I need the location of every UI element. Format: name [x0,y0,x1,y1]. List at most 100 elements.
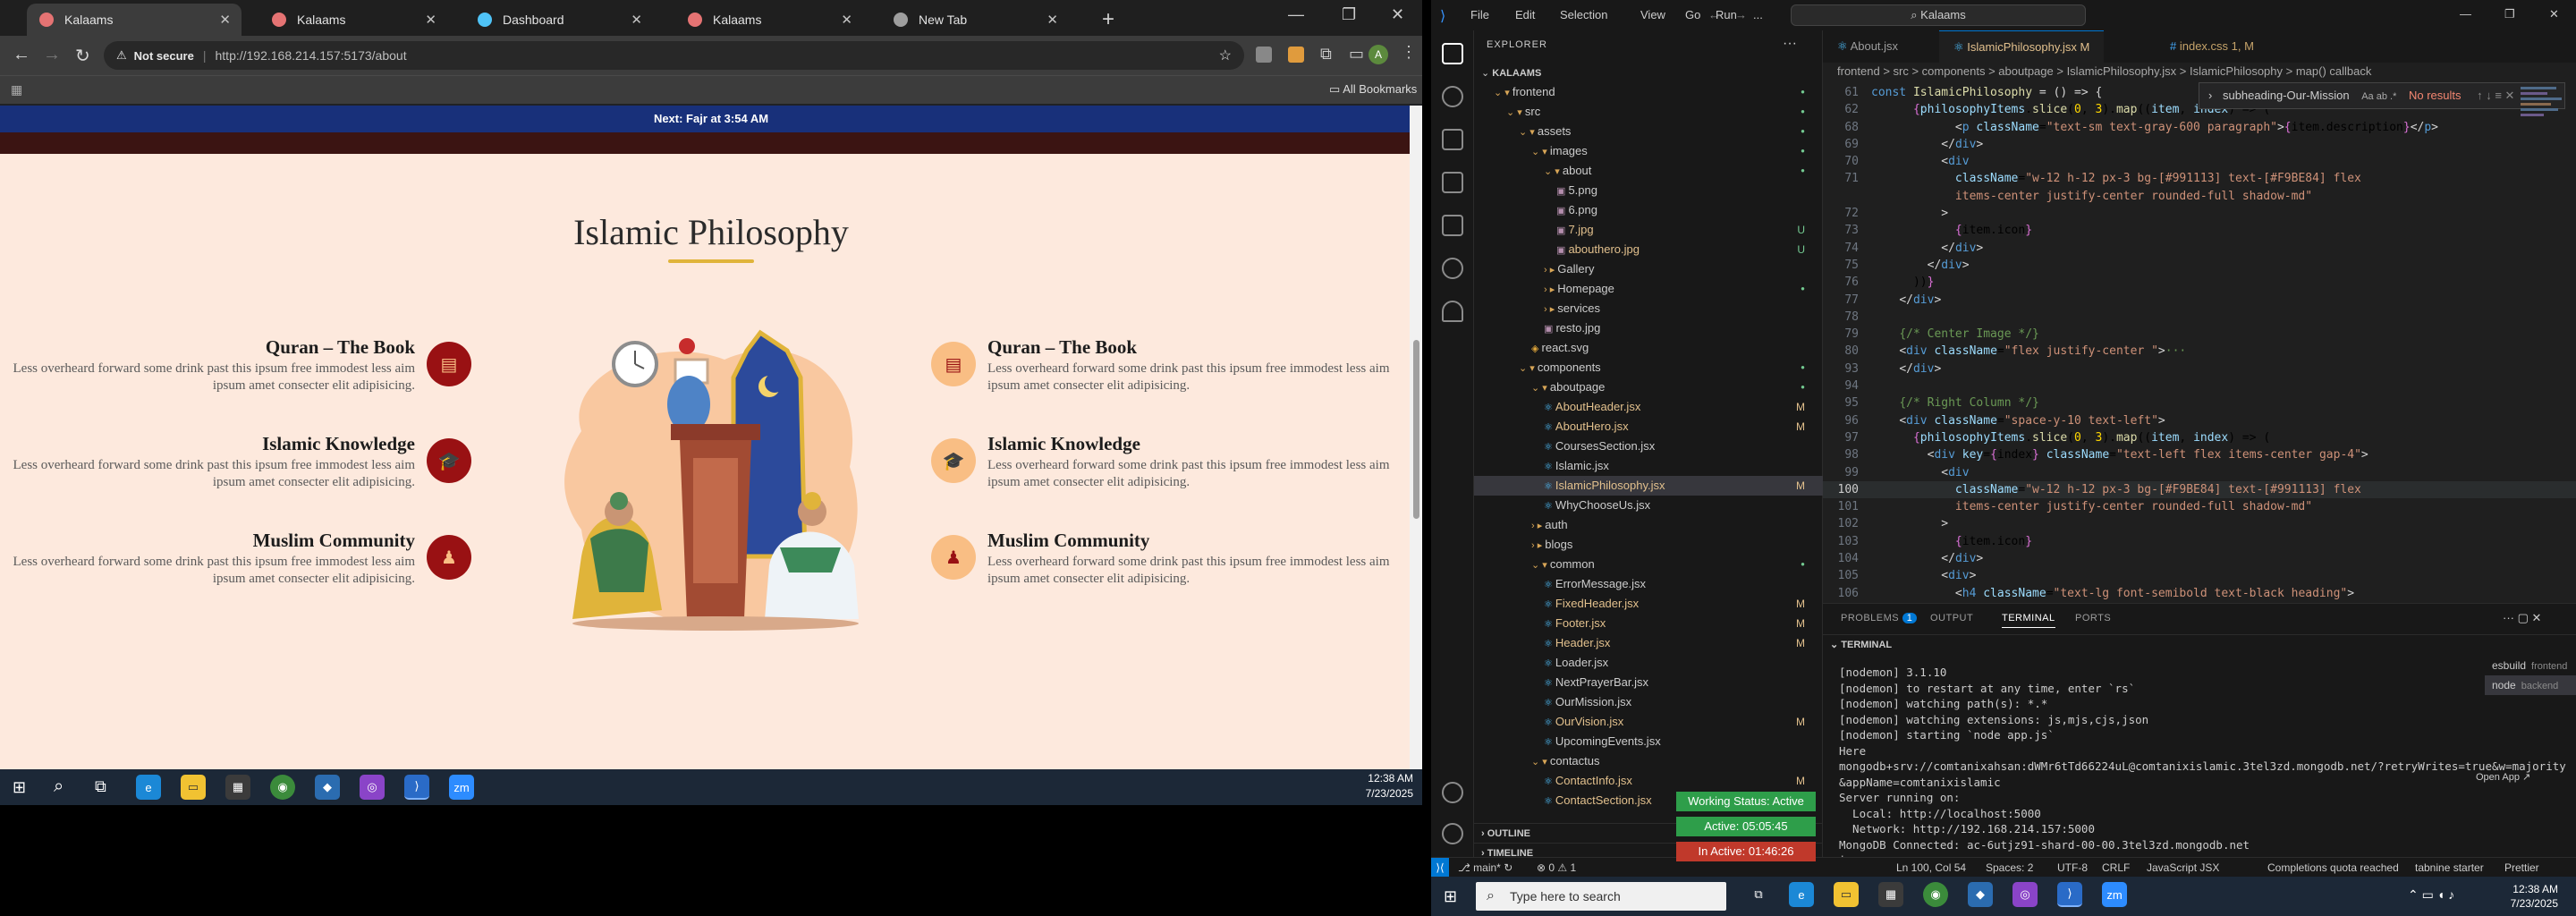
tree-item[interactable]: ⚛ IslamicPhilosophy.jsx M [1474,476,1823,496]
menu-item[interactable]: View [1640,8,1665,21]
apps-grid-icon[interactable]: ▦ [11,82,22,98]
store-icon[interactable]: ▦ [1878,882,1903,907]
file-explorer-icon[interactable]: ▭ [1834,882,1859,907]
tree-item[interactable]: ▣ resto.jpg [1474,318,1823,338]
reload-icon[interactable]: ↻ [75,45,90,67]
edge-icon[interactable]: e [1789,882,1814,907]
github-desktop-icon[interactable]: ◎ [360,775,385,800]
tree-item[interactable]: › ▸ services [1474,299,1823,318]
github-desktop-icon[interactable]: ◎ [2012,882,2038,907]
minimize-icon[interactable]: — [2460,7,2471,21]
extension-icon[interactable] [1256,47,1272,63]
task-view-icon[interactable]: ⧉ [1746,882,1771,907]
maximize-icon[interactable]: ❐ [2504,7,2515,21]
menu-item[interactable]: Edit [1515,8,1535,21]
profile-avatar[interactable]: A [1368,45,1388,64]
tree-item[interactable]: ⚛ Islamic.jsx [1474,456,1823,476]
tree-item[interactable]: ⌄ ▾ src ● [1474,102,1823,122]
terminal-session[interactable]: esbuild frontend [2485,656,2576,675]
terminal-session[interactable]: node backend [2485,675,2576,695]
github-icon[interactable] [1442,258,1463,279]
tab-problems[interactable]: PROBLEMS 1 [1841,613,1918,623]
address-bar[interactable]: ⚠ Not secure | http://192.168.214.157:51… [104,41,1244,70]
tree-item[interactable]: ⚛ FixedHeader.jsx M [1474,594,1823,614]
extensions-icon[interactable] [1442,215,1463,236]
vscode-taskbar-icon[interactable]: ⟩ [404,775,429,800]
back-icon[interactable]: ← [13,45,30,65]
tree-item[interactable]: ⌄ ▾ frontend ● [1474,82,1823,102]
account-icon[interactable] [1442,782,1463,803]
tabnine-status[interactable]: tabnine starter [2415,858,2484,878]
puzzle-icon[interactable]: ⧉ [1320,45,1332,64]
editor-tab[interactable]: ⚛ IslamicPhilosophy.jsx M [1939,30,2105,63]
windows-start-icon[interactable]: ⊞ [1444,887,1457,906]
close-window-icon[interactable]: ✕ [2549,7,2559,21]
tree-item[interactable]: › ▸ blogs [1474,535,1823,555]
system-tray-icons[interactable]: ⌃ ▭ ◖ ♪ [2408,887,2454,903]
tree-item[interactable]: ▣ 6.png [1474,200,1823,220]
tree-item[interactable]: ⚛ Header.jsx M [1474,633,1823,653]
search-icon[interactable] [1442,86,1463,107]
tree-item[interactable]: ⌄ ▾ assets ● [1474,122,1823,141]
encoding-status[interactable]: UTF-8 [2057,858,2088,878]
copilot-status[interactable]: Completions quota reached [2267,858,2399,878]
tree-item[interactable]: ⚛ AboutHero.jsx M [1474,417,1823,437]
browser-tab[interactable]: Kalaams ✕ [259,4,447,36]
command-center[interactable]: ⌕ Kalaams [1791,4,2086,26]
tab-output[interactable]: OUTPUT [1930,613,1973,623]
tree-item[interactable]: ⌄ ▾ images ● [1474,141,1823,161]
find-arrows[interactable]: ↑ ↓ ≡ ✕ [2477,89,2514,102]
tree-item[interactable]: ▣ 5.png [1474,181,1823,200]
tree-item[interactable]: ⚛ OurVision.jsx M [1474,712,1823,732]
forward-icon[interactable]: → [43,45,61,65]
zoom-icon[interactable]: zm [449,775,474,800]
tree-item[interactable]: ⚛ ErrorMessage.jsx [1474,574,1823,594]
zoom-icon[interactable]: zm [2102,882,2127,907]
nav-forward-icon[interactable]: → [1735,8,1747,21]
chrome-icon[interactable]: ◉ [1923,882,1948,907]
menu-item[interactable]: ... [1753,8,1763,21]
app-icon[interactable]: ◆ [1968,882,1993,907]
file-explorer-icon[interactable]: ▭ [181,775,206,800]
tree-item[interactable]: ◈ react.svg [1474,338,1823,358]
tree-item[interactable]: ⚛ Loader.jsx [1474,653,1823,673]
menu-item[interactable]: Selection [1560,8,1607,21]
new-tab-button[interactable]: + [1102,7,1114,32]
more-actions-icon[interactable]: ··· [1783,36,1797,52]
indent-status[interactable]: Spaces: 2 [1986,858,2033,878]
run-debug-icon[interactable] [1442,172,1463,193]
cursor-position[interactable]: Ln 100, Col 54 [1896,858,1966,878]
source-control-icon[interactable] [1442,129,1463,150]
remote-icon[interactable]: ⟩⟨ [1431,858,1449,878]
tree-item[interactable]: ⌄ ▾ common ● [1474,555,1823,574]
minimize-icon[interactable]: — [1288,5,1304,24]
menu-item[interactable]: Go [1685,8,1700,21]
tree-item[interactable]: › ▸ auth [1474,515,1823,535]
tree-item[interactable]: › ▸ Gallery [1474,259,1823,279]
terminal-output[interactable]: [nodemon] 3.1.10 [nodemon] to restart at… [1839,665,2566,869]
chevron-right-icon[interactable]: › [2208,89,2212,102]
search-icon[interactable]: ⌕ [54,776,64,797]
tree-item[interactable]: ▣ 7.jpg U [1474,220,1823,240]
tree-item[interactable]: ⌄ ▾ contactus [1474,751,1823,771]
tree-item[interactable]: ⌄ ▾ components ● [1474,358,1823,377]
browser-tab[interactable]: Kalaams ✕ [27,4,242,36]
git-branch[interactable]: ⎇ main* ↻ [1458,858,1513,878]
tree-item[interactable]: ⚛ ContactInfo.jsx M [1474,771,1823,791]
find-options[interactable]: Aa ab .* [2361,91,2396,102]
tree-item[interactable]: ⚛ CoursesSection.jsx [1474,437,1823,456]
browser-tab[interactable]: Kalaams ✕ [675,4,863,36]
language-status[interactable]: JavaScript JSX [2147,858,2219,878]
vscode-taskbar-icon[interactable]: ⟩ [2057,882,2082,907]
menu-item[interactable]: Run [1716,8,1737,21]
editor-tab[interactable]: ⚛ About.jsx [1823,30,1912,63]
browser-tab[interactable]: New Tab ✕ [881,4,1069,36]
panel-actions[interactable]: ··· ▢ ✕ [2503,611,2541,625]
close-tab-icon[interactable]: ✕ [1046,12,1058,28]
code-view[interactable]: 61 const IslamicPhilosophy = () => {62 {p… [1823,84,2576,619]
problems-status[interactable]: ⊗ 0 ⚠ 1 [1537,858,1576,878]
prettier-status[interactable]: Prettier [2504,858,2539,878]
close-tab-icon[interactable]: ✕ [425,12,436,28]
tree-item[interactable]: › ▸ Homepage ● [1474,279,1823,299]
close-window-icon[interactable]: ✕ [1391,5,1404,24]
